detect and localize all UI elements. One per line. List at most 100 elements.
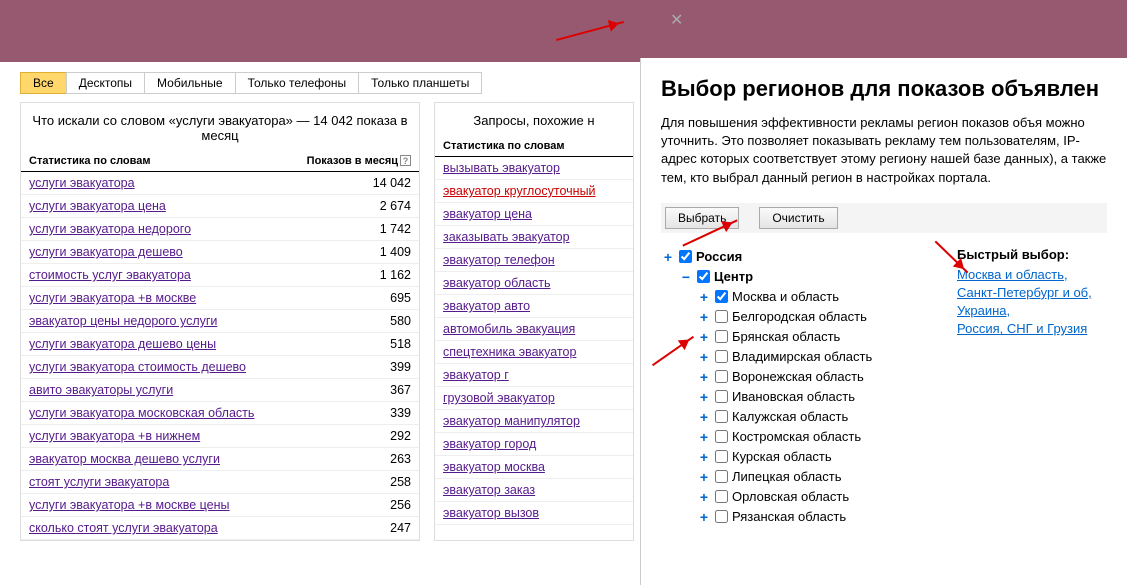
quick-select: Быстрый выбор: Москва и область,Санкт-Пе…	[957, 247, 1107, 527]
tree-node[interactable]: +Калужская область	[661, 407, 957, 427]
checkbox-russia[interactable]	[679, 250, 692, 263]
checkbox-center[interactable]	[697, 270, 710, 283]
tree-node[interactable]: +Курская область	[661, 447, 957, 467]
region-checkbox[interactable]	[715, 470, 728, 483]
region-checkbox[interactable]	[715, 390, 728, 403]
expand-icon[interactable]: +	[697, 449, 711, 465]
keyword-link[interactable]: эвакуатор телефон	[443, 253, 625, 267]
expand-icon[interactable]: +	[697, 309, 711, 325]
left-column-title: Что искали со словом «услуги эвакуатора»…	[21, 103, 419, 151]
quick-link[interactable]: Москва и область,	[957, 266, 1107, 284]
expand-icon[interactable]: +	[697, 409, 711, 425]
keyword-link[interactable]: услуги эвакуатора +в нижнем	[29, 429, 351, 443]
table-row: услуги эвакуатора +в москве695	[21, 287, 419, 310]
keyword-link[interactable]: эвакуатор заказ	[443, 483, 625, 497]
keyword-link[interactable]: эвакуатор вызов	[443, 506, 625, 520]
count-value: 1 409	[351, 245, 411, 259]
region-checkbox[interactable]	[715, 350, 728, 363]
count-value: 518	[351, 337, 411, 351]
tree-node[interactable]: +Костромская область	[661, 427, 957, 447]
tree-node[interactable]: + Орловская область	[661, 487, 957, 507]
tree-node-russia[interactable]: + Россия	[661, 247, 957, 267]
region-checkbox[interactable]	[715, 290, 728, 303]
keyword-link[interactable]: автомобиль эвакуация	[443, 322, 625, 336]
help-icon[interactable]: ?	[400, 155, 411, 166]
keyword-link[interactable]: эвакуатор манипулятор	[443, 414, 625, 428]
keyword-link[interactable]: авито эвакуаторы услуги	[29, 383, 351, 397]
tree-node[interactable]: +Липецкая область	[661, 467, 957, 487]
tree-node[interactable]: +Белгородская область	[661, 307, 957, 327]
region-checkbox[interactable]	[715, 430, 728, 443]
region-checkbox[interactable]	[715, 310, 728, 323]
keyword-link[interactable]: услуги эвакуатора дешево	[29, 245, 351, 259]
keyword-link[interactable]: эвакуатор город	[443, 437, 625, 451]
count-value: 263	[351, 452, 411, 466]
expand-icon[interactable]: +	[661, 249, 675, 265]
region-label: Орловская область	[732, 489, 849, 504]
tree-node[interactable]: +Владимирская область	[661, 347, 957, 367]
clear-button[interactable]: Очистить	[759, 207, 837, 229]
count-value: 247	[351, 521, 411, 535]
expand-icon[interactable]: +	[697, 369, 711, 385]
keyword-link[interactable]: стоят услуги эвакуатора	[29, 475, 351, 489]
table-row: авито эвакуаторы услуги367	[21, 379, 419, 402]
keyword-link[interactable]: эвакуатор москва	[443, 460, 625, 474]
keyword-link[interactable]: эвакуатор москва дешево услуги	[29, 452, 351, 466]
region-checkbox[interactable]	[715, 490, 728, 503]
region-checkbox[interactable]	[715, 510, 728, 523]
expand-icon[interactable]: +	[697, 469, 711, 485]
keyword-link[interactable]: услуги эвакуатора стоимость дешево	[29, 360, 351, 374]
keyword-link[interactable]: эвакуатор цены недорого услуги	[29, 314, 351, 328]
region-checkbox[interactable]	[715, 450, 728, 463]
tab-tablets[interactable]: Только планшеты	[358, 72, 482, 94]
expand-icon[interactable]: +	[697, 349, 711, 365]
keyword-link[interactable]: услуги эвакуатора недорого	[29, 222, 351, 236]
tree-node[interactable]: +Ивановская область	[661, 387, 957, 407]
region-checkbox[interactable]	[715, 330, 728, 343]
clear-icon[interactable]: ✕	[670, 10, 683, 30]
table-row: грузовой эвакуатор	[435, 387, 633, 410]
keyword-link[interactable]: эвакуатор авто	[443, 299, 625, 313]
tree-node[interactable]: +Брянская область	[661, 327, 957, 347]
expand-icon[interactable]: +	[697, 429, 711, 445]
tree-node-center[interactable]: − Центр	[661, 267, 957, 287]
expand-icon[interactable]: +	[697, 489, 711, 505]
keyword-link[interactable]: стоимость услуг эвакуатора	[29, 268, 351, 282]
expand-icon[interactable]: +	[697, 509, 711, 525]
region-checkbox[interactable]	[715, 370, 728, 383]
keyword-link[interactable]: эвакуатор г	[443, 368, 625, 382]
tree-node[interactable]: +Рязанская область	[661, 507, 957, 527]
keyword-link[interactable]: спецтехника эвакуатор	[443, 345, 625, 359]
tree-node[interactable]: +Воронежская область	[661, 367, 957, 387]
keyword-link[interactable]: грузовой эвакуатор	[443, 391, 625, 405]
expand-icon[interactable]: +	[697, 389, 711, 405]
keyword-link[interactable]: вызывать эвакуатор	[443, 161, 625, 175]
keyword-link[interactable]: услуги эвакуатора цена	[29, 199, 351, 213]
tree-node[interactable]: +Москва и область	[661, 287, 957, 307]
table-row: эвакуатор город	[435, 433, 633, 456]
keyword-link[interactable]: сколько стоят услуги эвакуатора	[29, 521, 351, 535]
keyword-link[interactable]: услуги эвакуатора +в москве	[29, 291, 351, 305]
keyword-link[interactable]: услуги эвакуатора	[29, 176, 351, 190]
expand-icon[interactable]: +	[697, 329, 711, 345]
region-checkbox[interactable]	[715, 410, 728, 423]
expand-icon[interactable]: +	[697, 289, 711, 305]
tab-mobile[interactable]: Мобильные	[144, 72, 236, 94]
table-row: сколько стоят услуги эвакуатора247	[21, 517, 419, 540]
tab-desktops[interactable]: Десктопы	[66, 72, 145, 94]
collapse-icon[interactable]: −	[679, 269, 693, 285]
keyword-link[interactable]: заказывать эвакуатор	[443, 230, 625, 244]
keyword-link[interactable]: услуги эвакуатора московская область	[29, 406, 351, 420]
tab-phones[interactable]: Только телефоны	[235, 72, 360, 94]
keyword-link[interactable]: эвакуатор цена	[443, 207, 625, 221]
keyword-link[interactable]: услуги эвакуатора +в москве цены	[29, 498, 351, 512]
table-row: эвакуатор цены недорого услуги580	[21, 310, 419, 333]
quick-link[interactable]: Россия, СНГ и Грузия	[957, 320, 1107, 338]
keyword-link[interactable]: эвакуатор область	[443, 276, 625, 290]
keyword-link[interactable]: эвакуатор круглосуточный	[443, 184, 625, 198]
quick-link[interactable]: Санкт-Петербург и об,	[957, 284, 1107, 302]
tab-all[interactable]: Все	[20, 72, 67, 94]
count-value: 580	[351, 314, 411, 328]
quick-link[interactable]: Украина,	[957, 302, 1107, 320]
keyword-link[interactable]: услуги эвакуатора дешево цены	[29, 337, 351, 351]
